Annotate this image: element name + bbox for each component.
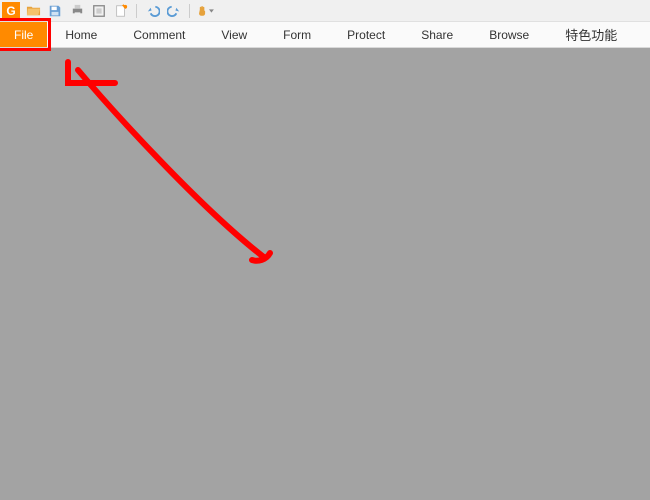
tab-home[interactable]: Home bbox=[47, 22, 115, 47]
app-logo-icon[interactable]: G bbox=[2, 2, 20, 20]
print-icon[interactable] bbox=[68, 2, 86, 20]
scan-snapshot-icon[interactable] bbox=[90, 2, 108, 20]
new-blank-icon[interactable] bbox=[112, 2, 130, 20]
undo-icon[interactable] bbox=[143, 2, 161, 20]
tab-share[interactable]: Share bbox=[403, 22, 471, 47]
redo-icon[interactable] bbox=[165, 2, 183, 20]
tab-form[interactable]: Form bbox=[265, 22, 329, 47]
save-icon[interactable] bbox=[46, 2, 64, 20]
document-area bbox=[0, 48, 650, 500]
tab-protect[interactable]: Protect bbox=[329, 22, 403, 47]
tab-special-features[interactable]: 特色功能 bbox=[547, 22, 635, 47]
tab-comment[interactable]: Comment bbox=[115, 22, 203, 47]
ribbon-tab-bar: File Home Comment View Form Protect Shar… bbox=[0, 22, 650, 48]
toolbar-separator bbox=[136, 4, 137, 18]
tab-view[interactable]: View bbox=[203, 22, 265, 47]
toolbar-separator bbox=[189, 4, 190, 18]
folder-open-icon[interactable] bbox=[24, 2, 42, 20]
quick-access-toolbar: G bbox=[0, 0, 650, 22]
file-tab[interactable]: File bbox=[0, 22, 47, 47]
annotation-arrow bbox=[0, 48, 650, 500]
tab-browse[interactable]: Browse bbox=[471, 22, 547, 47]
hand-tool-icon[interactable] bbox=[196, 2, 214, 20]
